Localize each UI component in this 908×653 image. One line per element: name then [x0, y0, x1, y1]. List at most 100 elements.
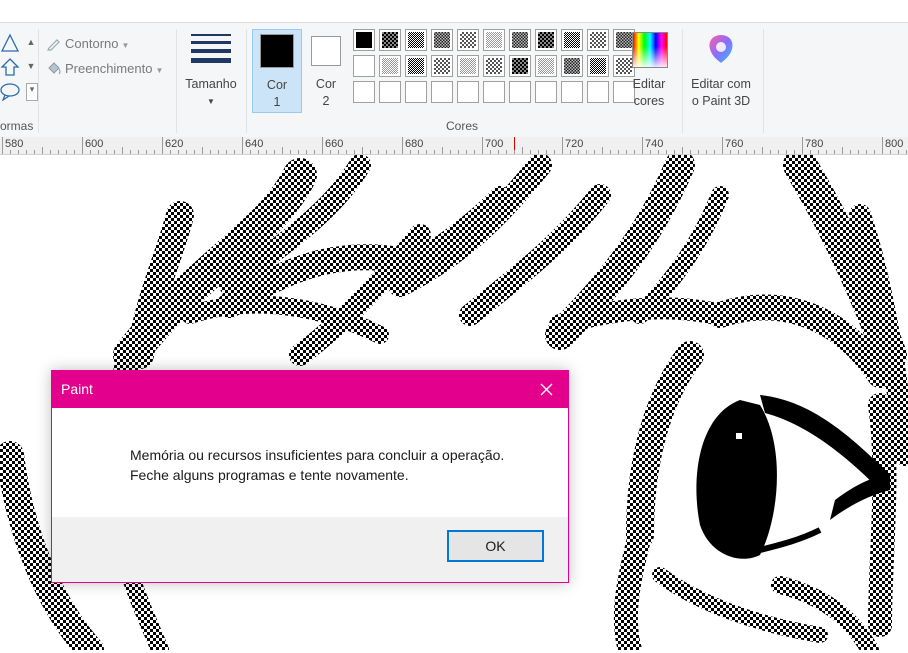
color2-label: Cor: [315, 77, 337, 91]
palette-color-swatch[interactable]: [509, 81, 531, 103]
palette-color-swatch[interactable]: [405, 29, 427, 51]
ruler-tick: [250, 150, 251, 154]
fill-dropdown[interactable]: Preenchimento ▼: [46, 60, 163, 76]
ruler-label: 720: [565, 138, 584, 150]
ruler-tick: [242, 137, 243, 154]
ruler-tick: [490, 150, 491, 154]
color2-number: 2: [322, 94, 330, 108]
palette-color-swatch[interactable]: [457, 55, 479, 77]
triangle-shape-icon[interactable]: [0, 33, 22, 53]
palette-color-swatch[interactable]: [587, 29, 609, 51]
ruler-tick: [706, 150, 707, 154]
palette-color-swatch[interactable]: [457, 29, 479, 51]
ruler-tick: [674, 150, 675, 154]
palette-color-swatch[interactable]: [483, 55, 505, 77]
ruler-label: 660: [325, 138, 344, 150]
colors-group-label: Cores: [446, 119, 479, 133]
palette-color-swatch[interactable]: [561, 81, 583, 103]
title-strip: [0, 0, 908, 22]
ruler-tick: [570, 150, 571, 154]
palette-color-swatch[interactable]: [431, 81, 453, 103]
ruler-tick: [586, 150, 587, 154]
ruler-tick: [514, 150, 515, 154]
color1-label: Cor: [266, 78, 288, 92]
palette-color-swatch[interactable]: [431, 29, 453, 51]
palette-color-swatch[interactable]: [405, 55, 427, 77]
ruler-tick: [610, 150, 611, 154]
size-button[interactable]: Tamanho ▼: [182, 29, 240, 113]
palette-color-swatch[interactable]: [379, 29, 401, 51]
shapes-expand-icon[interactable]: ▾: [26, 83, 38, 101]
ruler-tick: [122, 147, 123, 154]
palette-color-swatch[interactable]: [535, 29, 557, 51]
outline-dropdown[interactable]: Contorno ▼: [46, 35, 129, 51]
ok-button[interactable]: OK: [447, 530, 544, 562]
palette-color-swatch[interactable]: [561, 29, 583, 51]
edit-colors-button[interactable]: Editar cores: [628, 29, 672, 113]
arrow-up-shape-icon[interactable]: [0, 57, 22, 77]
palette-color-swatch[interactable]: [379, 55, 401, 77]
palette-color-swatch[interactable]: [483, 81, 505, 103]
callout-shape-icon[interactable]: [0, 81, 22, 102]
ruler-tick: [738, 150, 739, 154]
ruler-tick: [194, 150, 195, 154]
color-spectrum-icon: [632, 32, 668, 68]
palette-color-swatch[interactable]: [535, 55, 557, 77]
color2-button[interactable]: Cor 2: [302, 29, 350, 111]
ruler-tick: [210, 150, 211, 154]
palette-color-swatch[interactable]: [509, 55, 531, 77]
ruler-tick: [130, 150, 131, 154]
ruler-label: 600: [85, 138, 104, 150]
ruler-tick: [450, 150, 451, 154]
close-button[interactable]: [524, 371, 568, 408]
palette-color-swatch[interactable]: [535, 81, 557, 103]
ruler-tick: [282, 147, 283, 154]
ruler-tick: [842, 147, 843, 154]
dialog-titlebar[interactable]: Paint: [52, 371, 568, 408]
ruler-tick: [10, 150, 11, 154]
ruler-tick: [810, 150, 811, 154]
paint3d-label-2: o Paint 3D: [691, 94, 751, 108]
palette-color-swatch[interactable]: [509, 29, 531, 51]
palette-color-swatch[interactable]: [379, 81, 401, 103]
palette-color-swatch[interactable]: [457, 81, 479, 103]
ruler-tick: [866, 150, 867, 154]
ruler-tick: [826, 150, 827, 154]
ruler-tick: [306, 150, 307, 154]
ruler-label: 700: [485, 138, 504, 150]
dialog-message-line-2: Feche alguns programas e tente novamente…: [130, 467, 409, 483]
ruler-tick: [602, 147, 603, 154]
ruler-tick: [546, 150, 547, 154]
palette-color-swatch[interactable]: [587, 81, 609, 103]
palette-color-swatch[interactable]: [587, 55, 609, 77]
edit-colors-label-2: cores: [633, 94, 665, 108]
ruler-tick: [874, 150, 875, 154]
ruler-tick: [170, 150, 171, 154]
ruler-tick: [314, 150, 315, 154]
ruler-tick: [426, 150, 427, 154]
palette-color-swatch[interactable]: [353, 81, 375, 103]
palette-color-swatch[interactable]: [483, 29, 505, 51]
color1-number: 1: [273, 95, 281, 109]
palette-color-swatch[interactable]: [353, 29, 375, 51]
ruler-tick: [698, 150, 699, 154]
shapes-scroll-up-icon[interactable]: ▲: [26, 37, 36, 51]
ruler-label: 580: [5, 138, 24, 150]
ruler-tick: [418, 150, 419, 154]
ruler-tick: [834, 150, 835, 154]
ruler-tick: [106, 150, 107, 154]
ruler-tick: [402, 137, 403, 154]
ruler-tick: [722, 137, 723, 154]
palette-color-swatch[interactable]: [405, 81, 427, 103]
outline-label: Contorno: [65, 36, 119, 51]
palette-color-swatch[interactable]: [353, 55, 375, 77]
ruler-tick: [290, 150, 291, 154]
color1-button[interactable]: Cor 1: [252, 29, 302, 113]
shapes-scroll-down-icon[interactable]: ▼: [26, 61, 36, 75]
palette-color-swatch[interactable]: [431, 55, 453, 77]
close-icon: [540, 383, 553, 396]
palette-color-swatch[interactable]: [561, 55, 583, 77]
ruler-tick: [338, 150, 339, 154]
ruler-tick: [378, 150, 379, 154]
edit-paint3d-button[interactable]: Editar com o Paint 3D: [686, 29, 756, 113]
